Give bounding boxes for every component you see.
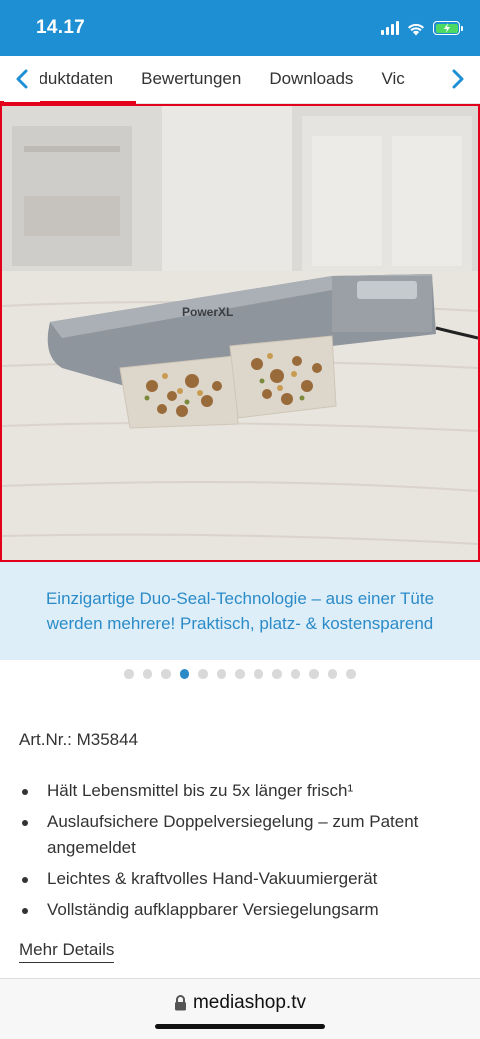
- tabs-next-button[interactable]: [440, 56, 476, 102]
- tabs-prev-button[interactable]: [4, 56, 40, 102]
- product-tab-bar: oduktdaten Bewertungen Downloads Vic: [0, 56, 480, 104]
- charging-bolt-icon: [443, 23, 450, 33]
- tabs-viewport: oduktdaten Bewertungen Downloads Vic: [40, 56, 440, 102]
- carousel-dot-active[interactable]: [179, 669, 190, 679]
- product-image[interactable]: PowerXL: [0, 104, 480, 562]
- carousel-dot[interactable]: [161, 669, 171, 679]
- home-indicator[interactable]: [155, 1024, 325, 1029]
- cellular-signal-icon: [381, 21, 399, 35]
- tab-bewertungen[interactable]: Bewertungen: [127, 69, 255, 89]
- brand-logo: PowerXL: [182, 305, 233, 319]
- carousel-dot[interactable]: [290, 669, 301, 679]
- carousel-dot[interactable]: [198, 669, 208, 679]
- url-display[interactable]: mediashop.tv: [0, 992, 480, 1014]
- tab-videos[interactable]: Vic: [367, 69, 418, 89]
- feature-list: Hält Lebensmittel bis zu 5x länger frisc…: [19, 778, 459, 928]
- more-details-link[interactable]: Mehr Details: [19, 940, 115, 963]
- feature-item: Auslaufsichere Doppelversiegelung – zum …: [19, 809, 459, 861]
- battery-charging-fill: [435, 23, 458, 33]
- caption-band: Einzigartige Duo-Seal-Technologie – aus …: [0, 562, 480, 660]
- carousel-dot[interactable]: [309, 669, 319, 679]
- carousel-dot[interactable]: [346, 669, 356, 679]
- status-time: 14.17: [36, 17, 86, 38]
- wifi-icon: [408, 23, 424, 35]
- url-text: mediashop.tv: [192, 992, 306, 1013]
- carousel-dot[interactable]: [142, 669, 153, 679]
- tab-produktdaten[interactable]: oduktdaten: [40, 69, 127, 89]
- tab-downloads[interactable]: Downloads: [255, 69, 367, 89]
- feature-item: Vollständig aufklappbarer Versiegelungsa…: [19, 897, 459, 923]
- carousel-pagination: [0, 668, 480, 680]
- carousel-dot[interactable]: [327, 669, 338, 679]
- product-photo-illustration: PowerXL: [2, 106, 478, 560]
- carousel-dot[interactable]: [124, 669, 134, 679]
- feature-item: Hält Lebensmittel bis zu 5x länger frisc…: [19, 778, 459, 804]
- battery-icon: [433, 21, 463, 35]
- status-icons: [381, 18, 463, 38]
- lock-icon: [174, 995, 186, 1011]
- chevron-left-icon: [16, 69, 28, 89]
- carousel-dot[interactable]: [253, 669, 264, 679]
- image-caption: Einzigartige Duo-Seal-Technologie – aus …: [45, 589, 435, 633]
- feature-item: Leichtes & kraftvolles Hand-Vakuumierger…: [19, 866, 459, 892]
- browser-url-bar[interactable]: mediashop.tv: [0, 978, 480, 1039]
- tabs-track: oduktdaten Bewertungen Downloads Vic: [40, 56, 419, 102]
- carousel-dot[interactable]: [216, 669, 227, 679]
- carousel-dot[interactable]: [235, 669, 245, 679]
- article-number: Art.Nr.: M35844: [19, 730, 139, 749]
- carousel-dot[interactable]: [272, 669, 282, 679]
- status-bar: 14.17: [0, 0, 480, 56]
- chevron-right-icon: [452, 69, 464, 89]
